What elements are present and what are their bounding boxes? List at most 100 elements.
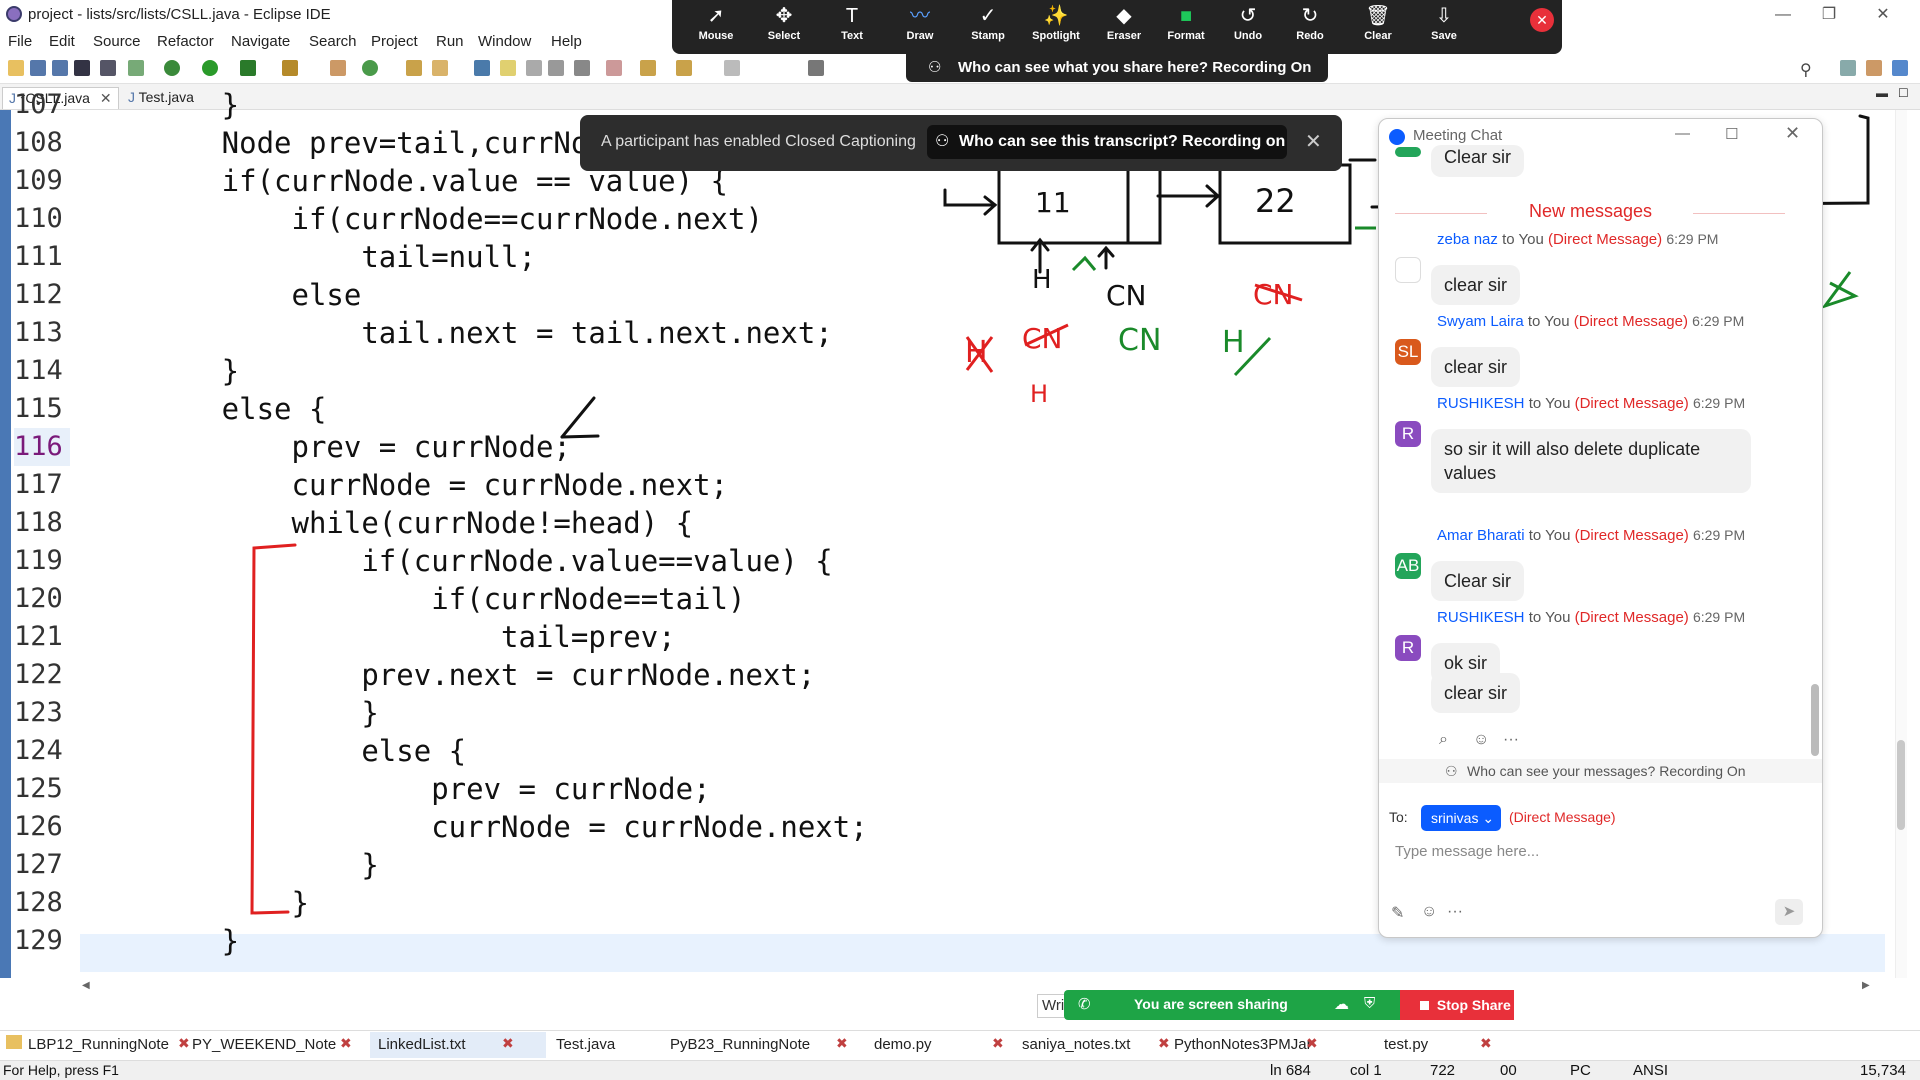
editor-vertical-scrollbar[interactable] bbox=[1895, 110, 1907, 978]
maximize-button[interactable]: ❐ bbox=[1806, 2, 1852, 28]
editor-horizontal-scrollbar[interactable]: ◀ ▶ bbox=[70, 978, 1880, 994]
message-name[interactable]: RUSHIKESH bbox=[1437, 609, 1525, 626]
menu-refactor[interactable]: Refactor bbox=[157, 33, 214, 50]
search-tool-icon[interactable] bbox=[432, 60, 448, 76]
menu-search[interactable]: Search bbox=[309, 33, 357, 50]
code-line[interactable]: } bbox=[82, 694, 378, 732]
new-package-icon[interactable] bbox=[330, 60, 346, 76]
more-options-icon[interactable]: ··· bbox=[1447, 903, 1463, 921]
message-privacy-notice[interactable]: Who can see your messages? Recording On bbox=[1467, 763, 1746, 779]
file-tab[interactable]: PyB23_RunningNote bbox=[670, 1036, 810, 1053]
external-tools-icon[interactable] bbox=[282, 60, 298, 76]
annot-undo-button[interactable]: ↺ Undo bbox=[1218, 4, 1278, 50]
chat-minimize-button[interactable]: — bbox=[1675, 125, 1690, 142]
toggle-mark-icon[interactable] bbox=[474, 60, 490, 76]
emoji-icon[interactable]: ☺ bbox=[1421, 903, 1437, 921]
code-line[interactable]: else { bbox=[82, 732, 466, 770]
run-last-icon[interactable] bbox=[240, 60, 256, 76]
message-name[interactable]: Amar Bharati bbox=[1437, 527, 1525, 544]
annot-save-button[interactable]: ⇩ Save bbox=[1414, 4, 1474, 50]
annot-mouse-button[interactable]: ➚ Mouse bbox=[686, 4, 746, 50]
close-button[interactable]: ✕ bbox=[1860, 2, 1906, 28]
chat-scrollbar[interactable] bbox=[1811, 684, 1819, 756]
file-tab[interactable]: PythonNotes3PMJar bbox=[1174, 1036, 1312, 1053]
show-whitespace-icon[interactable] bbox=[548, 60, 564, 76]
menu-project[interactable]: Project bbox=[371, 33, 418, 50]
minimize-button[interactable]: — bbox=[1760, 2, 1806, 28]
terminal-icon[interactable] bbox=[100, 60, 116, 76]
menu-run[interactable]: Run bbox=[436, 33, 464, 50]
annot-text-button[interactable]: T Text bbox=[822, 4, 882, 50]
java-ee-icon[interactable] bbox=[1866, 60, 1882, 76]
annotation-icon[interactable] bbox=[574, 60, 590, 76]
file-tab[interactable]: LinkedList.txt bbox=[370, 1032, 546, 1058]
highlight-icon[interactable] bbox=[500, 60, 516, 76]
block-selection-icon[interactable] bbox=[526, 60, 542, 76]
code-line[interactable]: } bbox=[82, 922, 239, 960]
recording-notice[interactable]: ⚇ Who can see what you share here? Recor… bbox=[906, 54, 1328, 82]
close-tab-icon[interactable]: ✖ bbox=[1158, 1035, 1170, 1052]
annot-clear-button[interactable]: 🗑 Clear bbox=[1348, 4, 1408, 50]
recipient-dropdown[interactable]: srinivas ⌄ bbox=[1421, 805, 1501, 831]
back-icon[interactable] bbox=[676, 60, 692, 76]
annot-eraser-button[interactable]: ◆ Eraser bbox=[1094, 4, 1154, 50]
menu-window[interactable]: Window bbox=[478, 33, 531, 50]
close-tab-icon[interactable]: ✖ bbox=[178, 1035, 190, 1052]
new-class-icon[interactable] bbox=[362, 60, 378, 76]
code-line[interactable]: tail=null; bbox=[82, 238, 536, 276]
code-line[interactable]: while(currNode!=head) { bbox=[82, 504, 694, 542]
file-tab[interactable]: LBP12_RunningNote bbox=[28, 1036, 169, 1053]
close-tab-icon[interactable]: ✖ bbox=[340, 1035, 352, 1052]
file-tab[interactable]: demo.py bbox=[874, 1036, 932, 1053]
message-input[interactable]: Type message here... bbox=[1395, 843, 1539, 860]
code-line[interactable]: } bbox=[82, 86, 239, 124]
code-line[interactable]: currNode = currNode.next; bbox=[82, 466, 729, 504]
code-line[interactable]: tail=prev; bbox=[82, 618, 676, 656]
annot-draw-button[interactable]: 〰 Draw bbox=[890, 4, 950, 50]
code-line[interactable]: } bbox=[82, 352, 239, 390]
save-icon[interactable] bbox=[30, 60, 46, 76]
scroll-left-icon[interactable]: ◀ bbox=[82, 980, 90, 991]
close-annotation-icon[interactable]: ✕ bbox=[1530, 8, 1554, 32]
file-tab[interactable]: saniya_notes.txt bbox=[1022, 1036, 1130, 1053]
scroll-thumb[interactable] bbox=[1897, 740, 1905, 830]
close-tab-icon[interactable]: ✖ bbox=[1480, 1035, 1492, 1052]
code-line[interactable]: if(currNode==currNode.next) bbox=[82, 200, 763, 238]
debug-icon[interactable] bbox=[164, 60, 180, 76]
message-name[interactable]: Swyam Laira bbox=[1437, 313, 1524, 330]
stop-share-button[interactable]: Stop Share bbox=[1400, 990, 1514, 1020]
menu-help[interactable]: Help bbox=[551, 33, 582, 50]
annot-format-button[interactable]: ■ Format bbox=[1156, 4, 1216, 50]
code-line[interactable]: } bbox=[82, 846, 378, 884]
code-line[interactable]: prev.next = currNode.next; bbox=[82, 656, 815, 694]
menu-file[interactable]: File bbox=[8, 33, 32, 50]
forward-icon[interactable] bbox=[724, 60, 740, 76]
menu-edit[interactable]: Edit bbox=[49, 33, 75, 50]
java-perspective-icon[interactable] bbox=[1892, 60, 1908, 76]
annot-select-button[interactable]: ✥ Select bbox=[754, 4, 814, 50]
next-annotation-icon[interactable] bbox=[606, 60, 622, 76]
search-icon[interactable]: ⚲ bbox=[1800, 60, 1812, 80]
code-line[interactable]: } bbox=[82, 884, 309, 922]
close-tab-icon[interactable]: ✖ bbox=[992, 1035, 1004, 1052]
chat-maximize-button[interactable]: ☐ bbox=[1725, 125, 1738, 143]
annot-redo-button[interactable]: ↻ Redo bbox=[1280, 4, 1340, 50]
code-line[interactable]: currNode = currNode.next; bbox=[82, 808, 868, 846]
code-line[interactable]: tail.next = tail.next.next; bbox=[82, 314, 832, 352]
more-icon[interactable]: ··· bbox=[1503, 731, 1519, 749]
code-line[interactable]: else bbox=[82, 276, 362, 314]
run-icon[interactable] bbox=[202, 60, 218, 76]
code-line[interactable]: prev = currNode; bbox=[82, 770, 710, 808]
code-line[interactable]: else { bbox=[82, 390, 327, 428]
close-tab-icon[interactable]: ✖ bbox=[1306, 1035, 1318, 1052]
menu-source[interactable]: Source bbox=[93, 33, 141, 50]
code-line[interactable]: if(currNode==tail) bbox=[82, 580, 745, 618]
close-caption-banner-icon[interactable]: ✕ bbox=[1305, 129, 1322, 154]
save-all-icon[interactable] bbox=[52, 60, 68, 76]
pin-editor-icon[interactable] bbox=[808, 60, 824, 76]
annot-spotlight-button[interactable]: ✨ Spotlight bbox=[1026, 4, 1086, 50]
prev-annotation-icon[interactable] bbox=[640, 60, 656, 76]
open-type-icon[interactable] bbox=[406, 60, 422, 76]
maximize-view-icon[interactable]: ☐ bbox=[1898, 86, 1909, 100]
close-tab-icon[interactable]: ✖ bbox=[836, 1035, 848, 1052]
